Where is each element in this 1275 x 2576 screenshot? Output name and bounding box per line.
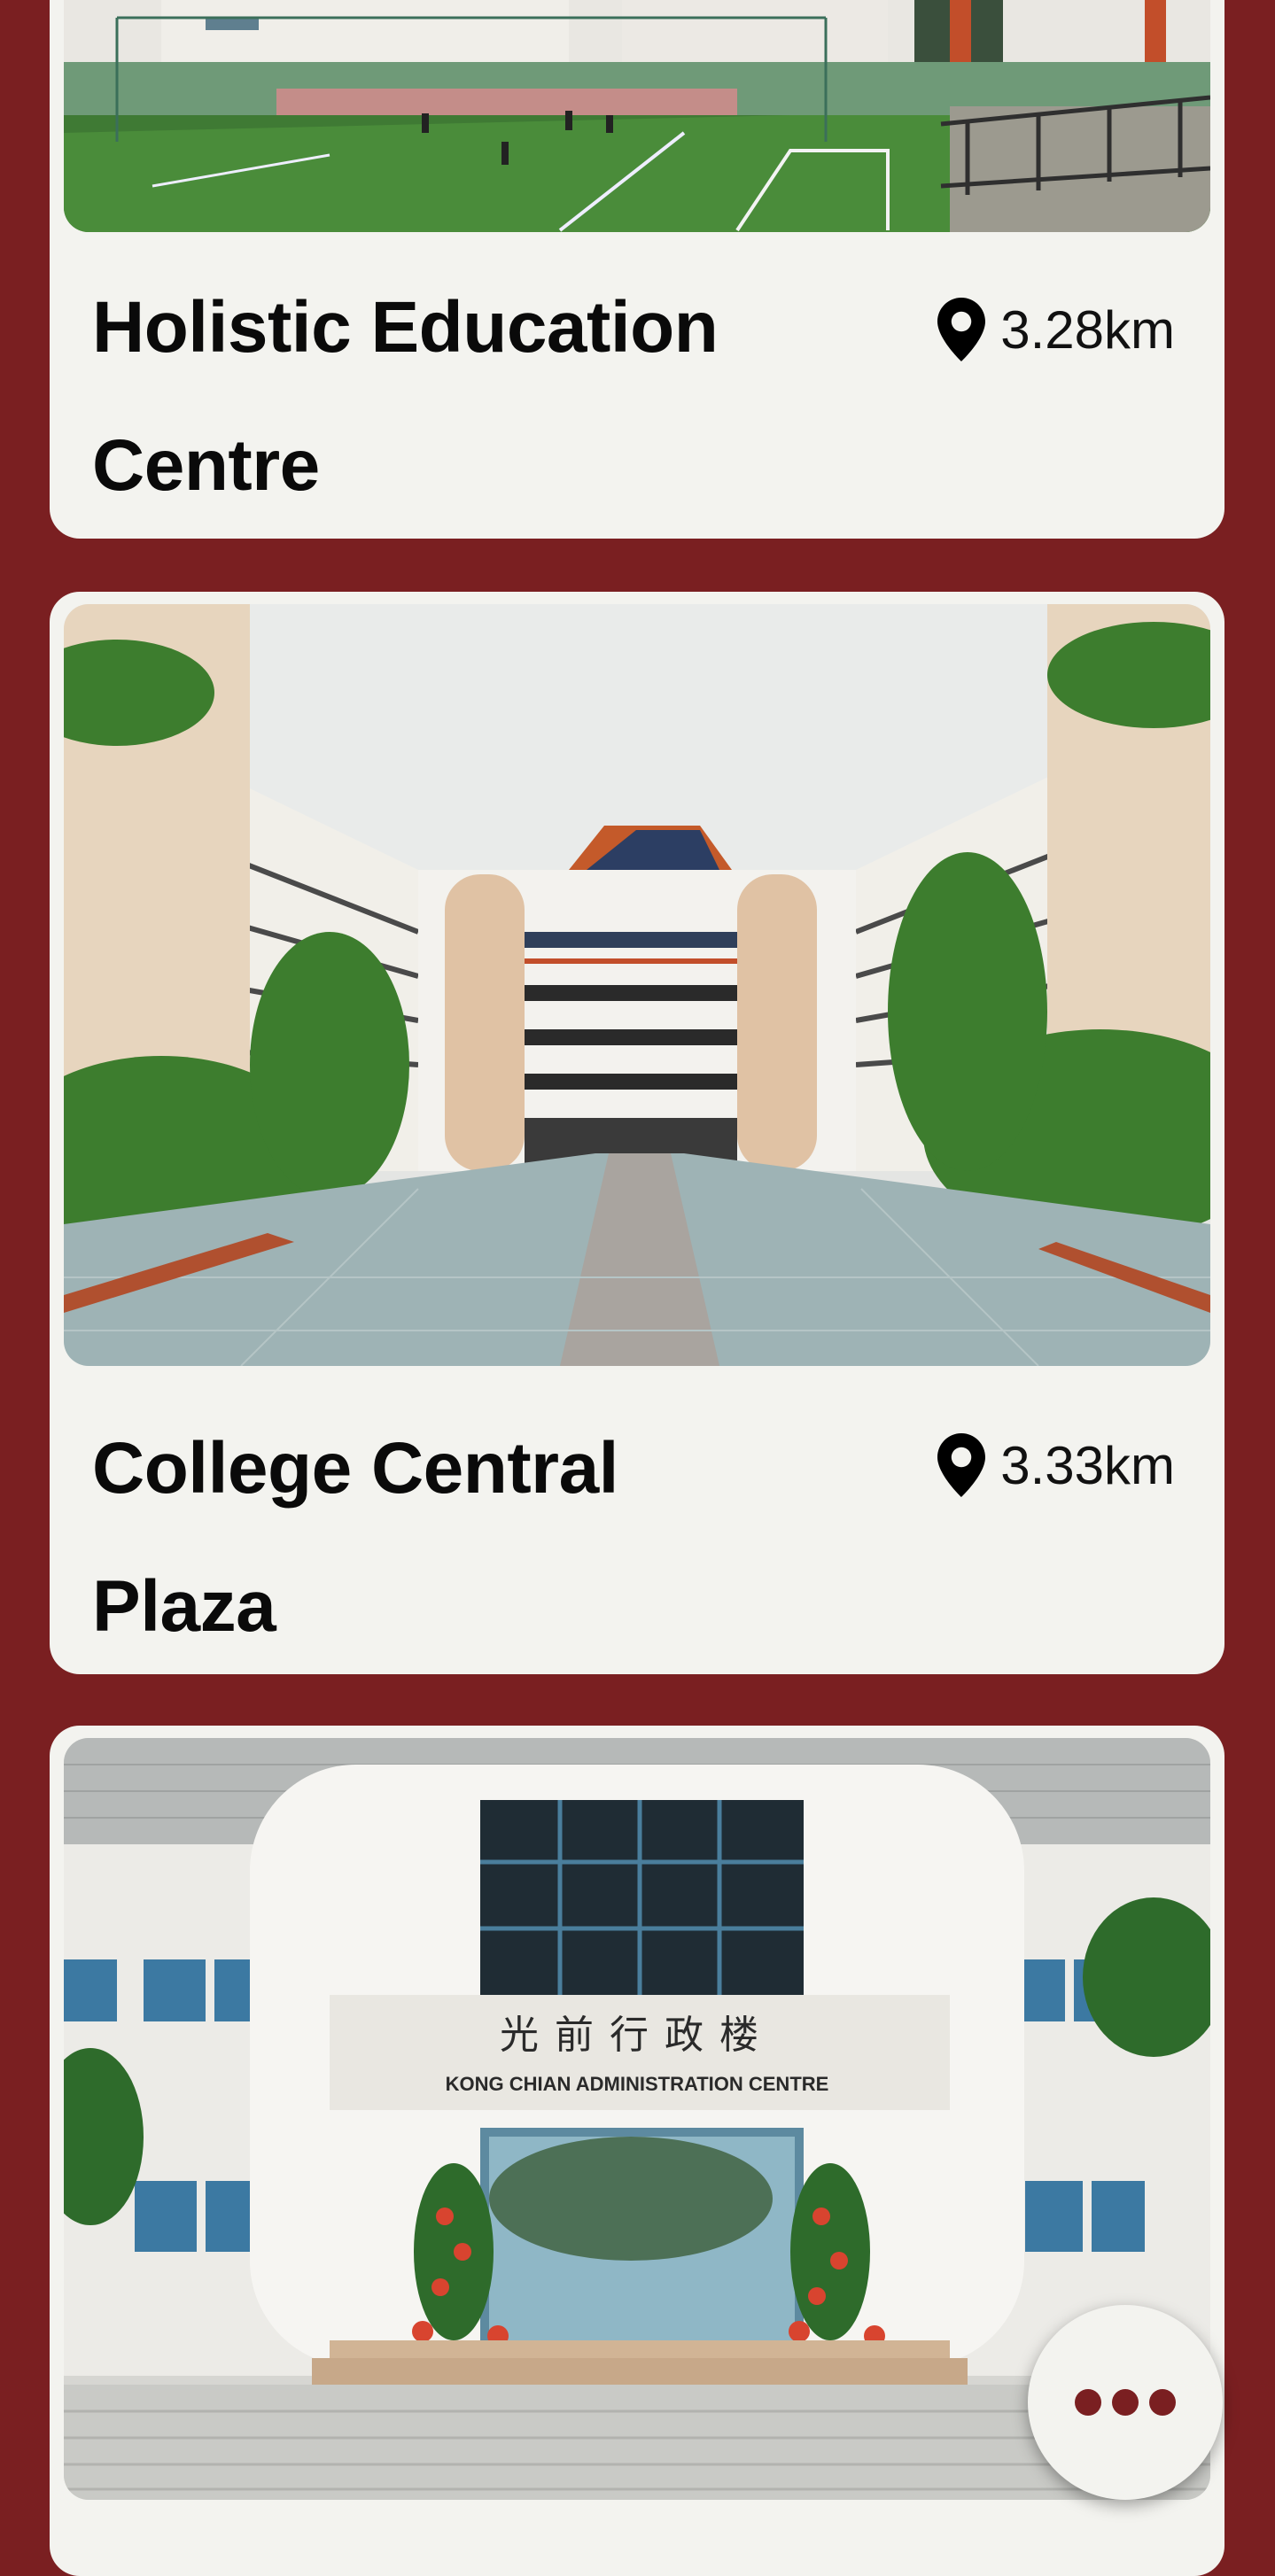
place-card-holistic-education-centre[interactable]: Holistic Education Centre 3.28km	[50, 0, 1224, 539]
more-options-button[interactable]	[1028, 2305, 1223, 2500]
distance-value: 3.33km	[1000, 1435, 1175, 1495]
place-photo	[64, 604, 1210, 1366]
place-title: College Central Plaza	[92, 1428, 618, 1647]
place-photo	[64, 0, 1210, 232]
building-sign-english: KONG CHIAN ADMINISTRATION CENTRE	[446, 2073, 829, 2095]
more-horizontal-icon-dot	[1112, 2389, 1139, 2416]
distance-label: 3.28km	[937, 294, 1175, 365]
more-horizontal-icon-dot	[1149, 2389, 1176, 2416]
place-title: Holistic Education Centre	[92, 287, 719, 506]
distance-value: 3.28km	[1000, 299, 1175, 360]
map-pin-icon	[937, 1433, 986, 1497]
map-pin-icon	[937, 298, 986, 361]
distance-label: 3.33km	[937, 1430, 1175, 1501]
more-horizontal-icon-dot	[1075, 2389, 1101, 2416]
place-card-college-central-plaza[interactable]: College Central Plaza 3.33km	[50, 592, 1224, 1674]
building-sign-chinese: 光前行政楼	[500, 2013, 774, 2058]
